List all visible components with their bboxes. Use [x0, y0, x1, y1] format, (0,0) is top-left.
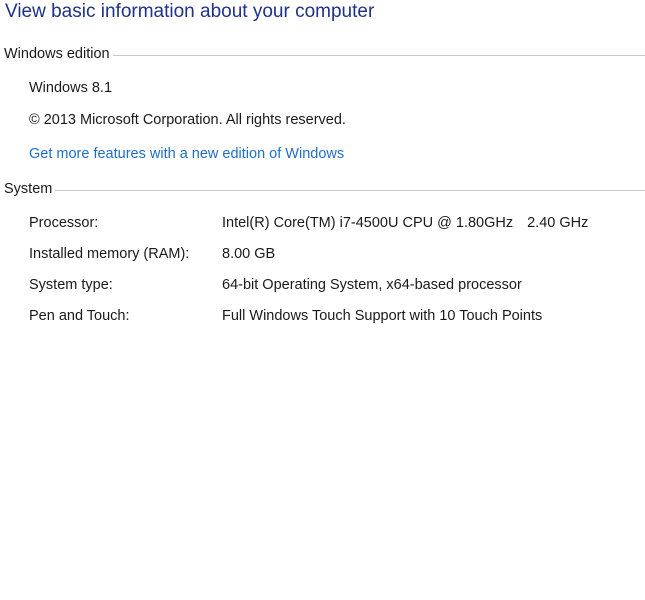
processor-label: Processor: — [29, 215, 99, 231]
system-type-value: 64-bit Operating System, x64-based proce… — [222, 277, 522, 293]
system-type-row: System type: 64-bit Operating System, x6… — [29, 275, 645, 295]
windows-edition-name: Windows 8.1 — [29, 80, 113, 96]
section-divider — [112, 54, 645, 56]
page-title: View basic information about your comput… — [5, 1, 375, 22]
memory-value: 8.00 GB — [222, 246, 276, 262]
system-type-label: System type: — [29, 277, 113, 293]
processor-speed-value: 2.40 GHz — [527, 215, 589, 231]
copyright-text: © 2013 Microsoft Corporation. All rights… — [29, 112, 346, 128]
memory-label: Installed memory (RAM): — [29, 246, 190, 262]
windows-edition-section-title: Windows edition — [4, 46, 110, 62]
system-section-header: System — [4, 179, 645, 199]
memory-row: Installed memory (RAM): 8.00 GB — [29, 244, 645, 264]
section-divider — [55, 189, 645, 191]
windows-edition-section-header: Windows edition — [4, 44, 645, 64]
processor-value: Intel(R) Core(TM) i7-4500U CPU @ 1.80GHz — [222, 215, 514, 231]
processor-value-group: Intel(R) Core(TM) i7-4500U CPU @ 1.80GHz… — [222, 213, 588, 233]
pen-touch-row: Pen and Touch: Full Windows Touch Suppor… — [29, 306, 645, 326]
pen-touch-label: Pen and Touch: — [29, 308, 130, 324]
system-section-title: System — [4, 181, 53, 197]
pen-touch-value: Full Windows Touch Support with 10 Touch… — [222, 308, 543, 324]
processor-row: Processor: Intel(R) Core(TM) i7-4500U CP… — [29, 213, 645, 233]
get-more-features-link[interactable]: Get more features with a new edition of … — [29, 144, 344, 164]
